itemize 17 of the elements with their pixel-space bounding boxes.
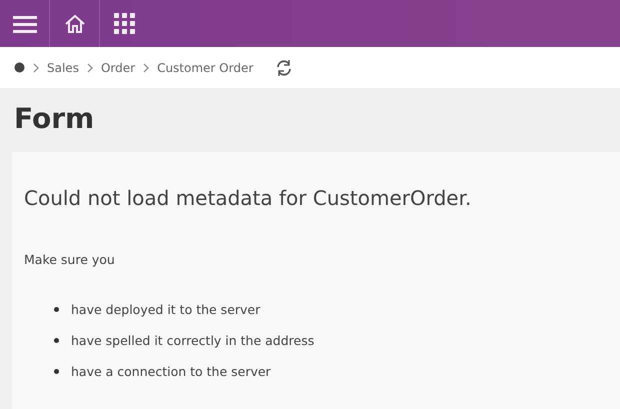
chevron-icon	[86, 62, 93, 72]
error-heading: Could not load metadata for CustomerOrder.	[24, 186, 472, 210]
bullet-icon	[54, 338, 59, 343]
page-title: Form	[14, 102, 96, 137]
hint-item: have a connection to the server	[71, 364, 271, 379]
hint-item: have spelled it correctly in the address	[71, 333, 314, 348]
hint-item: have deployed it to the server	[71, 302, 260, 317]
chevron-icon	[143, 62, 150, 72]
bullet-icon	[54, 369, 59, 374]
refresh-icon[interactable]	[275, 58, 294, 76]
breadcrumb-link[interactable]: Sales	[47, 60, 79, 74]
chevron-icon	[33, 62, 39, 72]
breadcrumb-link[interactable]: Order	[100, 60, 136, 74]
home-dot-icon[interactable]	[14, 62, 25, 73]
bullet-icon	[54, 307, 59, 312]
hint-text: Make sure you	[24, 252, 115, 267]
breadcrumb-link[interactable]: Customer Order	[157, 60, 254, 74]
